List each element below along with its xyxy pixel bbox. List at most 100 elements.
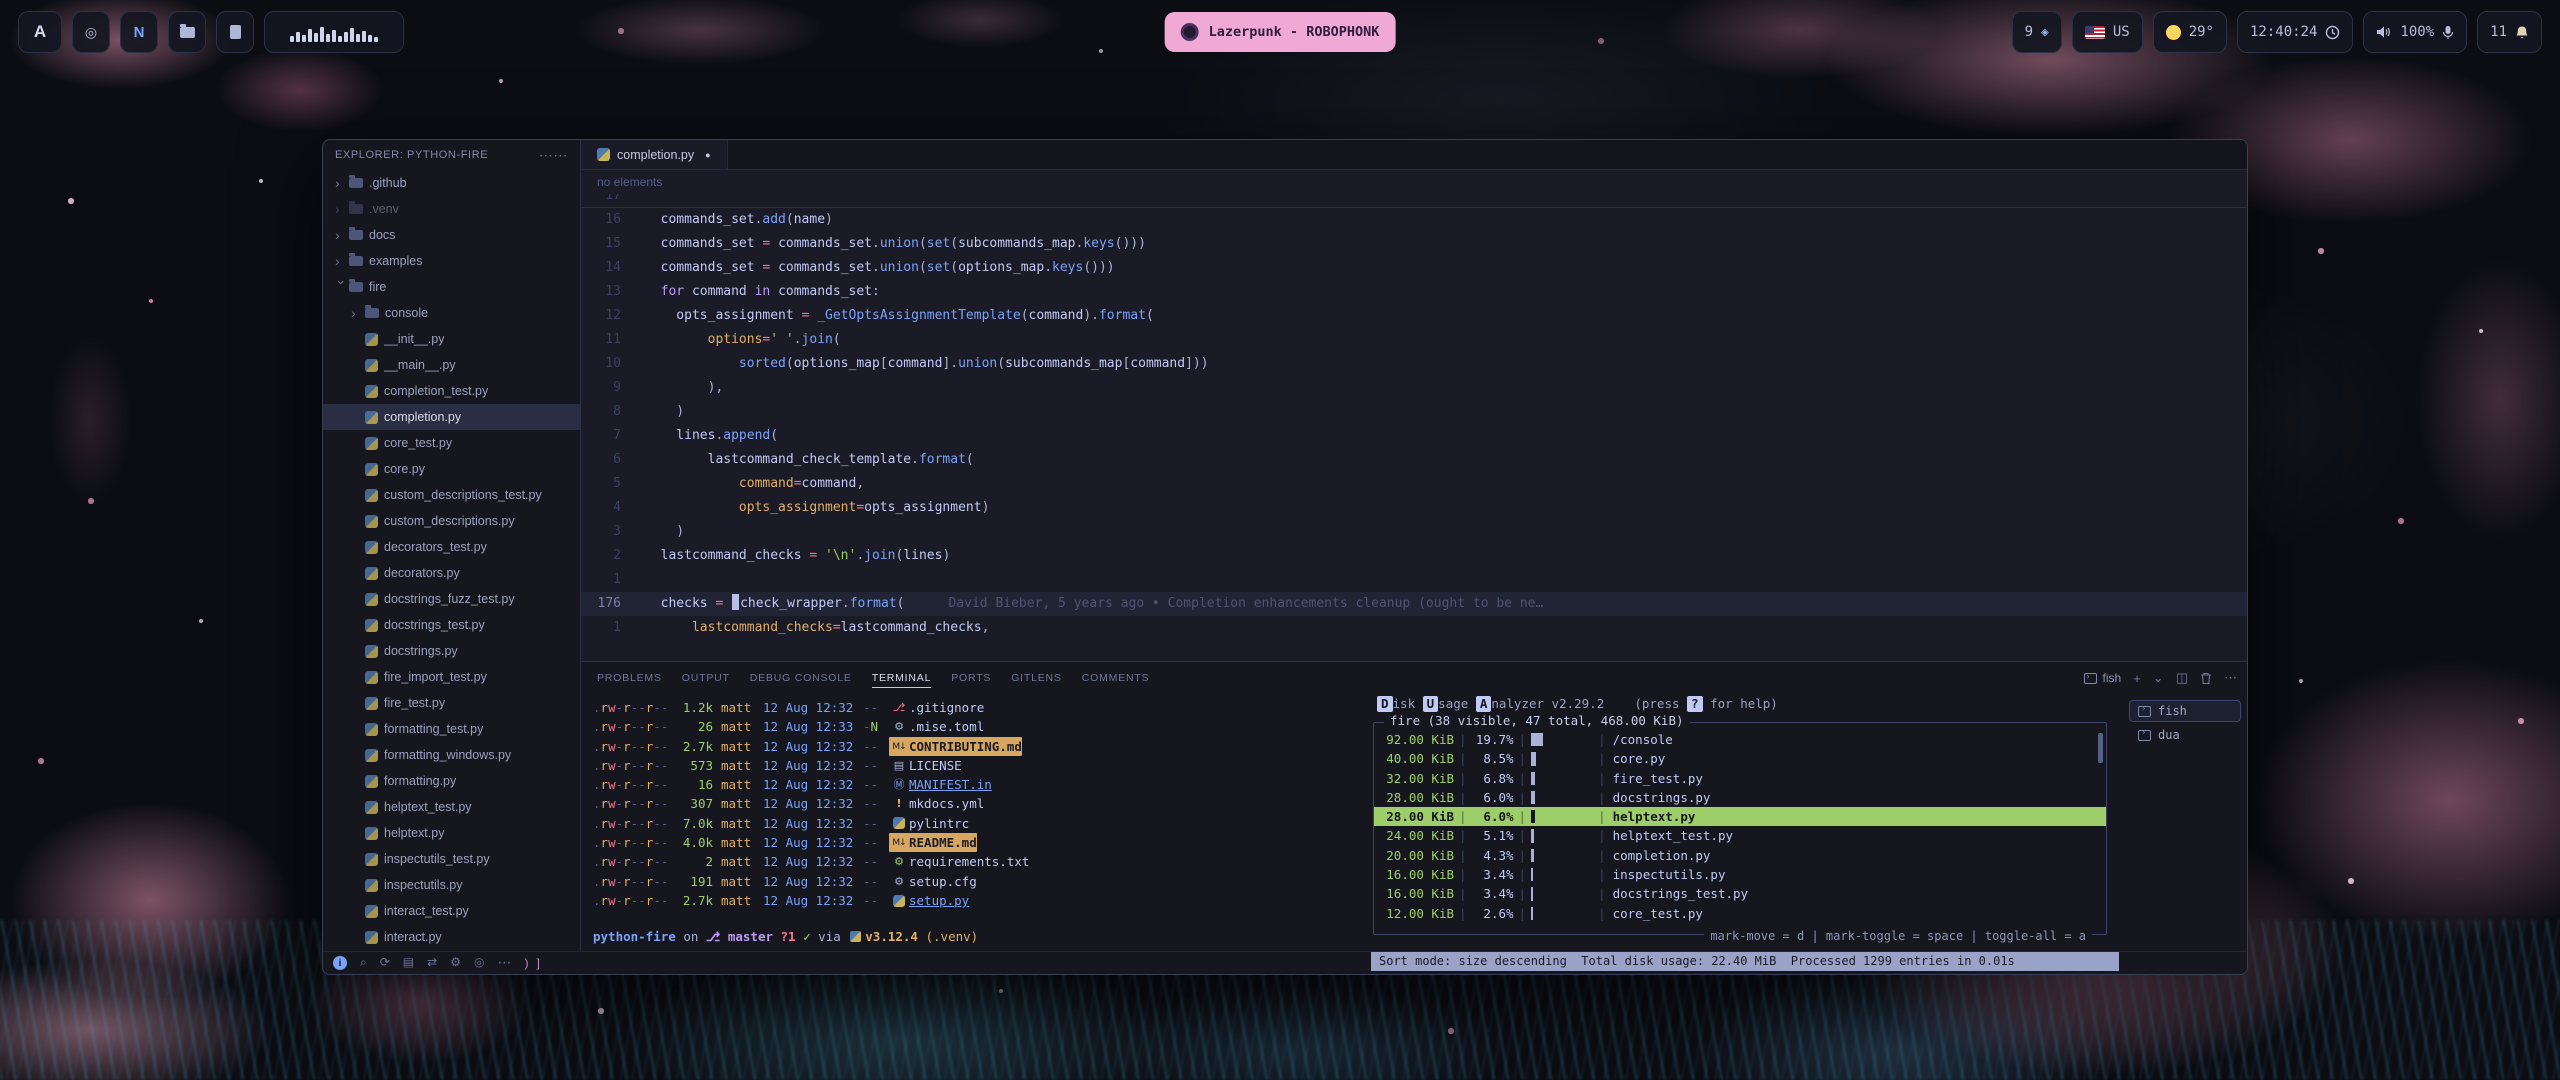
code-line[interactable]: 1 lastcommand_checks=lastcommand_checks, bbox=[581, 616, 2247, 640]
dua-row-docstrings.py[interactable]: 28.00 KiB|6.0%||docstrings.py bbox=[1374, 788, 2106, 807]
new-terminal-icon[interactable]: + bbox=[2133, 671, 2141, 686]
dua-row-helptext.py[interactable]: 28.00 KiB|6.0%||helptext.py bbox=[1374, 807, 2106, 826]
chevron-down-icon[interactable]: ⌄ bbox=[2153, 670, 2164, 686]
music-widget[interactable]: Lazerpunk - ROBOPHONK bbox=[1165, 12, 1396, 52]
breadcrumb[interactable]: no elements bbox=[581, 170, 2247, 194]
tab-completion-py[interactable]: completion.py ● bbox=[581, 140, 728, 169]
more-icon[interactable] bbox=[497, 955, 511, 971]
code-line[interactable]: 5 command=command, bbox=[581, 472, 2247, 496]
terminal-output[interactable]: .rw-r--r--1.2kmatt12 Aug 12:32--.gitigno… bbox=[593, 698, 1357, 944]
code-line[interactable]: 6 lastcommand_check_template.format( bbox=[581, 448, 2247, 472]
dua-row-core_test.py[interactable]: 12.00 KiB|2.6%||core_test.py bbox=[1374, 904, 2106, 923]
files-button[interactable] bbox=[168, 11, 206, 53]
tree-item-formatting.py[interactable]: formatting.py bbox=[323, 768, 580, 794]
tree-item-core.py[interactable]: core.py bbox=[323, 456, 580, 482]
tree-item-console[interactable]: ›console bbox=[323, 300, 580, 326]
panel-tab-problems[interactable]: PROBLEMS bbox=[587, 662, 672, 694]
code-line-current[interactable]: 176 checks = check_wrapper.format(David … bbox=[581, 592, 2247, 616]
tree-item-inspectutils_test.py[interactable]: inspectutils_test.py bbox=[323, 846, 580, 872]
code-line[interactable]: 7 lines.append( bbox=[581, 424, 2247, 448]
weather-widget[interactable]: 29° bbox=[2153, 11, 2227, 53]
code-line[interactable]: 3 ) bbox=[581, 520, 2247, 544]
dua-row-docstrings_test.py[interactable]: 16.00 KiB|3.4%||docstrings_test.py bbox=[1374, 884, 2106, 903]
explorer-more-icon[interactable]: ⋯ bbox=[539, 147, 568, 164]
gear-icon[interactable] bbox=[450, 955, 461, 971]
tree-item-fire_import_test.py[interactable]: fire_import_test.py bbox=[323, 664, 580, 690]
code-line[interactable]: 4 opts_assignment=opts_assignment) bbox=[581, 496, 2247, 520]
tree-item-examples[interactable]: ›examples bbox=[323, 248, 580, 274]
workspaces-widget[interactable]: 9 ◈ bbox=[2012, 11, 2062, 53]
tree-item-core_test.py[interactable]: core_test.py bbox=[323, 430, 580, 456]
dua-row-console[interactable]: 92.00 KiB|19.7%||/console bbox=[1374, 730, 2106, 749]
code-line[interactable]: 8 ) bbox=[581, 400, 2247, 424]
modified-dot-icon[interactable]: ● bbox=[705, 150, 710, 160]
dua-row-core.py[interactable]: 40.00 KiB|8.5%||core.py bbox=[1374, 749, 2106, 768]
clock-widget[interactable]: 12:40:24 bbox=[2237, 11, 2353, 53]
tree-item-helptext.py[interactable]: helptext.py bbox=[323, 820, 580, 846]
code-line[interactable]: 9 ), bbox=[581, 376, 2247, 400]
code-editor[interactable]: 17 """16 commands_set.add(name)15 comman… bbox=[581, 194, 2247, 661]
panel-more-icon[interactable]: ⋯ bbox=[2224, 670, 2237, 686]
tree-item-fire[interactable]: ›fire bbox=[323, 274, 580, 300]
tree-item-formatting_windows.py[interactable]: formatting_windows.py bbox=[323, 742, 580, 768]
swap-icon[interactable] bbox=[427, 955, 437, 971]
nix-button[interactable]: N bbox=[120, 11, 158, 53]
tree-item-completion_test.py[interactable]: completion_test.py bbox=[323, 378, 580, 404]
kill-terminal-icon[interactable] bbox=[2200, 672, 2212, 685]
tree-item-.github[interactable]: ›.github bbox=[323, 170, 580, 196]
panel-tab-terminal[interactable]: TERMINAL bbox=[862, 662, 942, 694]
code-line[interactable]: 17 """ bbox=[581, 194, 2247, 208]
code-line[interactable]: 15 commands_set = commands_set.union(set… bbox=[581, 232, 2247, 256]
panel-tab-output[interactable]: OUTPUT bbox=[672, 662, 740, 694]
launcher-button[interactable]: A bbox=[18, 11, 62, 53]
code-line[interactable]: 13 for command in commands_set: bbox=[581, 280, 2247, 304]
target-icon[interactable] bbox=[474, 955, 484, 971]
tree-item-decorators.py[interactable]: decorators.py bbox=[323, 560, 580, 586]
tree-item-.venv[interactable]: ›.venv bbox=[323, 196, 580, 222]
dua-pane[interactable]: Disk Usage Analyzer v2.29.2 (press ? for… bbox=[1371, 694, 2119, 953]
tree-item-__init__.py[interactable]: __init__.py bbox=[323, 326, 580, 352]
terminal-tab-dua[interactable]: dua bbox=[2129, 724, 2241, 746]
tree-item-decorators_test.py[interactable]: decorators_test.py bbox=[323, 534, 580, 560]
power-button[interactable]: ◎ bbox=[72, 11, 110, 53]
terminal-profile-label[interactable]: fish bbox=[2084, 671, 2122, 685]
code-line[interactable]: 2 lastcommand_checks = '\n'.join(lines) bbox=[581, 544, 2247, 568]
code-line[interactable]: 12 opts_assignment = _GetOptsAssignmentT… bbox=[581, 304, 2247, 328]
panel-tab-debug-console[interactable]: DEBUG CONSOLE bbox=[740, 662, 862, 694]
panel-tab-comments[interactable]: COMMENTS bbox=[1072, 662, 1160, 694]
panel-tab-gitlens[interactable]: GITLENS bbox=[1001, 662, 1072, 694]
tree-item-completion.py[interactable]: completion.py bbox=[323, 404, 580, 430]
code-line[interactable]: 1 bbox=[581, 568, 2247, 592]
tree-item-fire_test.py[interactable]: fire_test.py bbox=[323, 690, 580, 716]
search-icon[interactable] bbox=[360, 955, 367, 971]
volume-widget[interactable]: 100% bbox=[2363, 11, 2467, 53]
book-icon[interactable] bbox=[403, 955, 414, 971]
remote-indicator-icon[interactable]: i bbox=[333, 956, 347, 970]
dua-row-inspectutils.py[interactable]: 16.00 KiB|3.4%||inspectutils.py bbox=[1374, 865, 2106, 884]
tree-item-interact.py[interactable]: interact.py bbox=[323, 924, 580, 950]
notifications-widget[interactable]: 11 bbox=[2477, 11, 2542, 53]
notes-button[interactable] bbox=[216, 11, 254, 53]
tree-item-interact_test.py[interactable]: interact_test.py bbox=[323, 898, 580, 924]
code-line[interactable]: 14 commands_set = commands_set.union(set… bbox=[581, 256, 2247, 280]
dua-row-helptext_test.py[interactable]: 24.00 KiB|5.1%||helptext_test.py bbox=[1374, 826, 2106, 845]
tree-item-custom_descriptions_test.py[interactable]: custom_descriptions_test.py bbox=[323, 482, 580, 508]
dua-scrollbar[interactable] bbox=[2098, 733, 2103, 763]
sync-icon[interactable] bbox=[380, 955, 390, 971]
dua-row-completion.py[interactable]: 20.00 KiB|4.3%||completion.py bbox=[1374, 846, 2106, 865]
panel-tab-ports[interactable]: PORTS bbox=[941, 662, 1001, 694]
tree-item-inspectutils.py[interactable]: inspectutils.py bbox=[323, 872, 580, 898]
terminal-tab-fish[interactable]: fish bbox=[2129, 700, 2241, 722]
code-line[interactable]: 11 options=' '.join( bbox=[581, 328, 2247, 352]
dua-row-fire_test.py[interactable]: 32.00 KiB|6.8%||fire_test.py bbox=[1374, 769, 2106, 788]
audio-visualizer[interactable] bbox=[264, 11, 404, 53]
tree-item-helptext_test.py[interactable]: helptext_test.py bbox=[323, 794, 580, 820]
tree-item-docs[interactable]: ›docs bbox=[323, 222, 580, 248]
code-line[interactable]: 16 commands_set.add(name) bbox=[581, 208, 2247, 232]
tree-item-docstrings.py[interactable]: docstrings.py bbox=[323, 638, 580, 664]
split-terminal-icon[interactable]: ◫ bbox=[2176, 670, 2188, 686]
code-line[interactable]: 10 sorted(options_map[command].union(sub… bbox=[581, 352, 2247, 376]
tree-item-docstrings_fuzz_test.py[interactable]: docstrings_fuzz_test.py bbox=[323, 586, 580, 612]
tree-item-docstrings_test.py[interactable]: docstrings_test.py bbox=[323, 612, 580, 638]
tree-item-custom_descriptions.py[interactable]: custom_descriptions.py bbox=[323, 508, 580, 534]
